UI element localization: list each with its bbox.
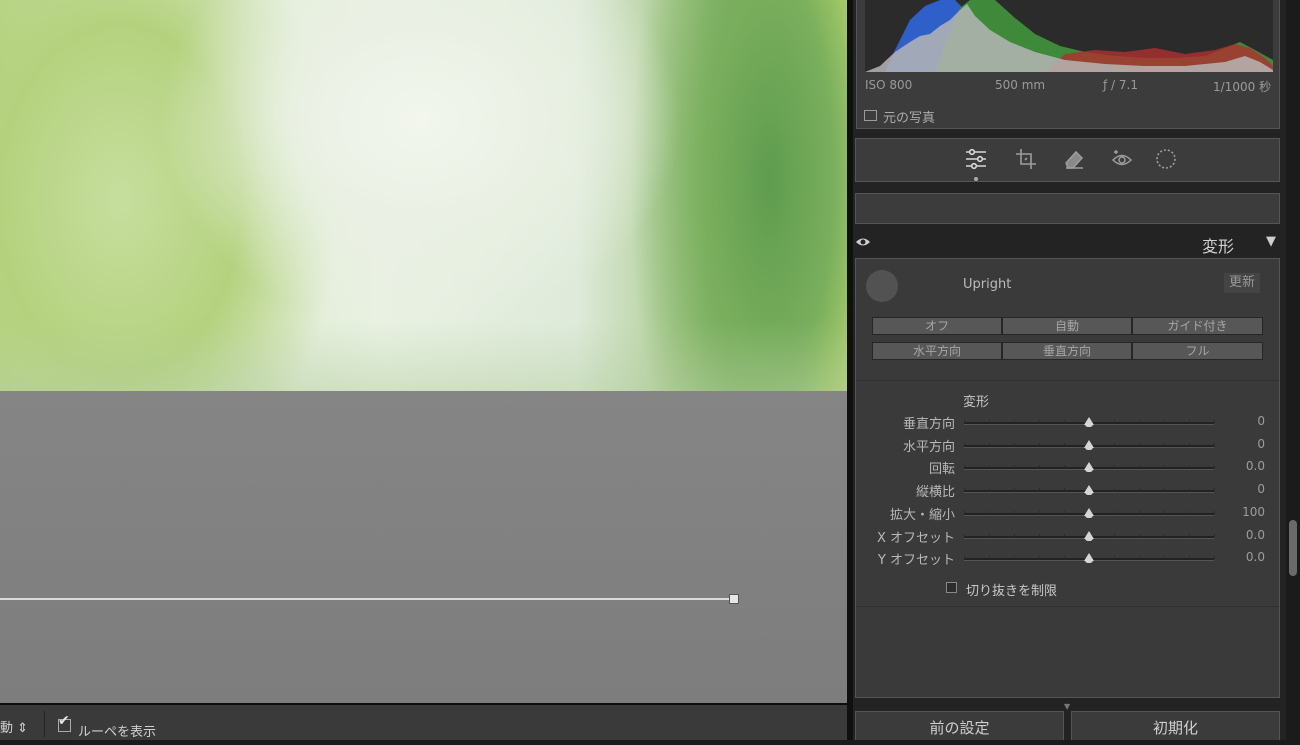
upright-guided-button[interactable]: ガイド付き xyxy=(1132,317,1263,335)
auto-move-dropdown[interactable]: 動 ⇕ xyxy=(0,717,28,736)
slider-thumb[interactable] xyxy=(1084,530,1094,541)
edit-sliders-icon[interactable] xyxy=(964,147,988,171)
exif-focal-length: 500 mm xyxy=(995,78,1046,92)
slider-row: 回転 0.0 xyxy=(856,458,1279,478)
slider-track[interactable] xyxy=(964,507,1215,518)
show-loupe-label[interactable]: ルーペを表示 xyxy=(78,721,156,740)
upright-full-button[interactable]: フル xyxy=(1132,342,1263,360)
image-canvas[interactable] xyxy=(0,0,847,703)
slider-label: 水平方向 xyxy=(902,439,955,455)
slider-row: X オフセット 0.0 xyxy=(856,527,1279,547)
crop-icon[interactable] xyxy=(1014,147,1038,171)
panel-scrollbar-thumb[interactable] xyxy=(1289,520,1297,576)
guide-line[interactable] xyxy=(0,598,734,600)
show-loupe-checkbox[interactable] xyxy=(58,713,71,732)
transform-panel: Upright 更新 オフ 自動 ガイド付き 水平方向 垂直方向 フル 変形 切… xyxy=(855,258,1280,698)
panel-scrollbar[interactable] xyxy=(1286,0,1300,740)
slider-row: Y オフセット 0.0 xyxy=(856,549,1279,569)
slider-thumb[interactable] xyxy=(1084,462,1094,473)
empty-panel-slot xyxy=(855,193,1280,224)
transform-subtitle: 変形 xyxy=(963,395,990,410)
upright-label: Upright xyxy=(963,277,1012,292)
canvas-background xyxy=(0,391,847,703)
original-photo-checkbox[interactable] xyxy=(864,110,877,121)
slider-value[interactable]: 0.0 xyxy=(1224,528,1265,542)
slider-label: 垂直方向 xyxy=(902,417,955,432)
histogram-panel: ISO 800 500 mm ƒ / 7.1 1/1000 秒 元の写真 xyxy=(856,0,1280,129)
divider xyxy=(856,380,1279,381)
eye-icon[interactable] xyxy=(855,235,871,249)
slider-label: 回転 xyxy=(928,462,955,478)
slider-row: 縦横比 0 xyxy=(856,481,1279,501)
collapse-triangle-icon[interactable]: ▼ xyxy=(1266,234,1276,249)
slider-track[interactable] xyxy=(964,485,1215,496)
constrain-crop-checkbox[interactable] xyxy=(946,582,957,593)
slider-track[interactable] xyxy=(964,530,1215,541)
constrain-crop-label[interactable]: 切り抜きを制限 xyxy=(966,580,1057,599)
tool-strip xyxy=(855,138,1280,182)
exif-aperture: ƒ / 7.1 xyxy=(1103,78,1138,92)
slider-row: 垂直方向 0 xyxy=(856,413,1279,433)
panel-end-arrow-icon: ▼ xyxy=(1064,702,1071,711)
upright-vertical-button[interactable]: 垂直方向 xyxy=(1002,342,1132,360)
upright-off-button[interactable]: オフ xyxy=(872,317,1002,335)
slider-thumb[interactable] xyxy=(1084,507,1094,518)
slider-thumb[interactable] xyxy=(1084,417,1094,427)
slider-thumb[interactable] xyxy=(1084,485,1094,496)
mask-icon[interactable] xyxy=(1154,147,1178,171)
exif-shutter: 1/1000 秒 xyxy=(1213,80,1272,94)
toolbar-separator xyxy=(44,711,45,737)
photo-preview[interactable] xyxy=(0,0,847,391)
bottom-toolbar: 動 ⇕ ルーペを表示 xyxy=(0,703,847,740)
slider-label: X オフセット xyxy=(876,530,955,546)
previous-settings-button[interactable]: 前の設定 xyxy=(855,711,1064,740)
slider-value[interactable]: 0 xyxy=(1224,437,1265,451)
redeye-icon[interactable] xyxy=(1110,147,1134,171)
upright-toggle[interactable] xyxy=(866,270,898,302)
slider-thumb[interactable] xyxy=(1084,553,1094,564)
slider-track[interactable] xyxy=(964,553,1215,564)
exif-iso: ISO 800 xyxy=(865,78,913,92)
active-tool-indicator xyxy=(974,177,978,181)
upright-level-button[interactable]: 水平方向 xyxy=(872,342,1002,360)
transform-section-header[interactable]: 変形 ▼ xyxy=(853,229,1286,257)
slider-track[interactable] xyxy=(964,462,1215,473)
slider-value[interactable]: 0 xyxy=(1224,414,1265,428)
slider-thumb[interactable] xyxy=(1084,439,1094,450)
reset-button[interactable]: 初期化 xyxy=(1071,711,1280,740)
slider-value[interactable]: 0.0 xyxy=(1224,550,1265,564)
slider-track[interactable] xyxy=(964,417,1215,427)
divider xyxy=(856,606,1279,607)
slider-label: Y オフセット xyxy=(877,553,955,569)
update-button[interactable]: 更新 xyxy=(1224,273,1260,293)
slider-value[interactable]: 0.0 xyxy=(1224,459,1265,473)
slider-track[interactable] xyxy=(964,439,1215,450)
eraser-icon[interactable] xyxy=(1062,147,1086,171)
slider-row: 拡大・縮小 100 xyxy=(856,504,1279,524)
upright-auto-button[interactable]: 自動 xyxy=(1002,317,1132,335)
section-title: 変形 xyxy=(1201,237,1234,256)
slider-row: 水平方向 0 xyxy=(856,436,1279,456)
slider-label: 拡大・縮小 xyxy=(889,507,955,523)
slider-label: 縦横比 xyxy=(915,485,955,501)
histogram-chart[interactable] xyxy=(865,0,1273,72)
guide-line-handle[interactable] xyxy=(729,594,739,604)
original-photo-label[interactable]: 元の写真 xyxy=(883,107,935,126)
slider-value[interactable]: 0 xyxy=(1224,482,1265,496)
slider-value[interactable]: 100 xyxy=(1224,505,1265,519)
